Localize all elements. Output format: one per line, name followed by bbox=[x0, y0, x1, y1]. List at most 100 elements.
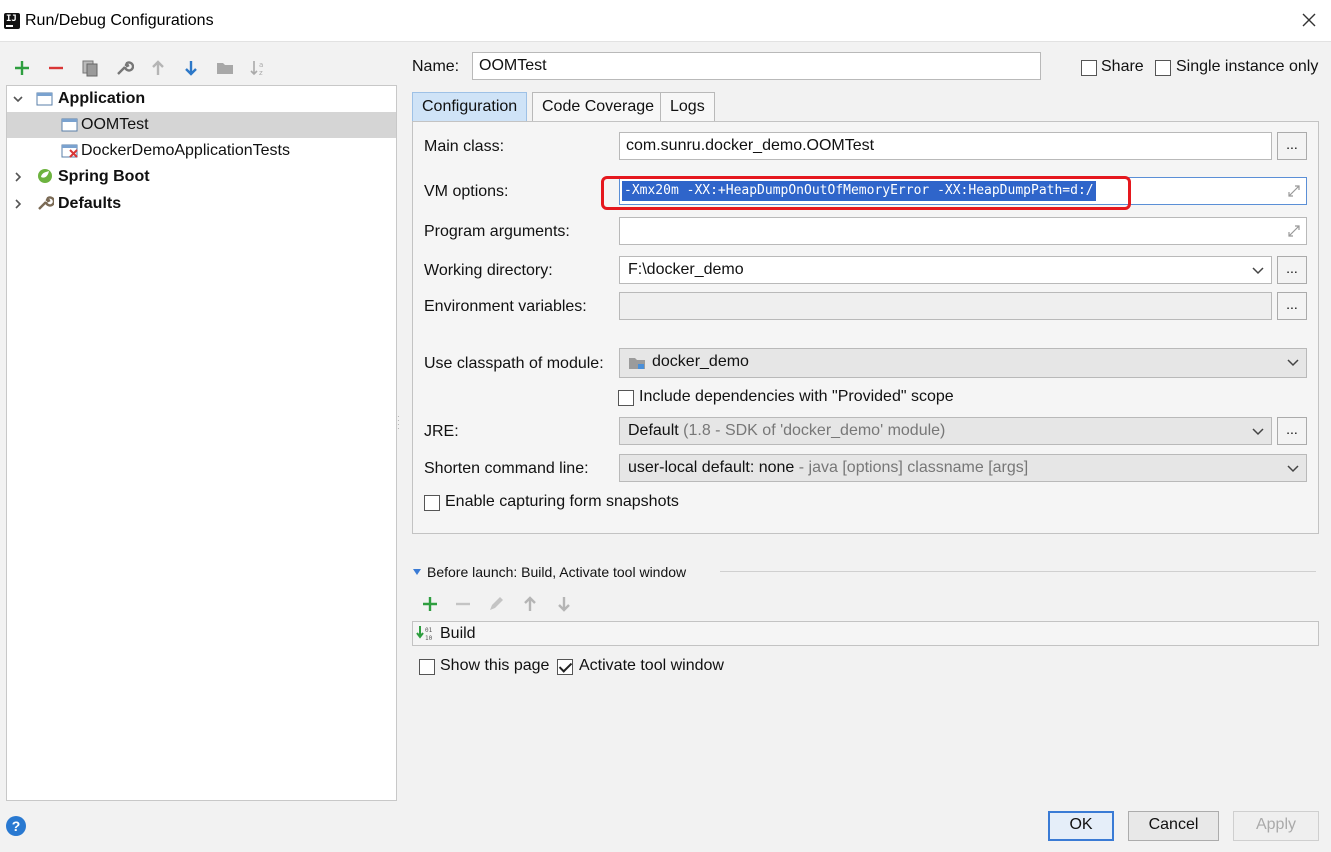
build-icon: 0110 bbox=[416, 626, 433, 642]
remove-task-icon[interactable] bbox=[451, 592, 475, 616]
tree-item-oomtest[interactable]: OOMTest bbox=[7, 112, 396, 138]
main-class-input[interactable]: com.sunru.docker_demo.OOMTest bbox=[619, 132, 1272, 160]
jre-value: Default bbox=[628, 422, 679, 439]
tree-item-label: Defaults bbox=[58, 195, 122, 212]
shorten-command-line-detail: - java [options] classname [args] bbox=[798, 459, 1029, 476]
help-button[interactable]: ? bbox=[6, 816, 26, 836]
program-arguments-input[interactable] bbox=[619, 217, 1307, 245]
tree-item-label: DockerDemoApplicationTests bbox=[81, 142, 290, 159]
enable-snapshots-checkbox[interactable] bbox=[424, 495, 440, 511]
single-instance-checkbox[interactable] bbox=[1155, 60, 1171, 76]
edit-task-icon[interactable] bbox=[484, 592, 508, 616]
program-arguments-label: Program arguments: bbox=[424, 223, 570, 240]
show-this-page-checkbox[interactable] bbox=[419, 659, 435, 675]
add-icon[interactable] bbox=[10, 56, 34, 80]
splitter-handle[interactable]: · · · · bbox=[397, 413, 401, 433]
environment-variables-label: Environment variables: bbox=[424, 298, 587, 315]
chevron-down-icon bbox=[1287, 359, 1299, 367]
tab-logs[interactable]: Logs bbox=[660, 92, 715, 122]
vm-options-label: VM options: bbox=[424, 183, 509, 200]
jre-label: JRE: bbox=[424, 423, 459, 440]
chevron-down-icon bbox=[1252, 428, 1264, 436]
working-directory-label: Working directory: bbox=[424, 262, 553, 279]
remove-icon[interactable] bbox=[44, 56, 68, 80]
svg-text:10: 10 bbox=[425, 635, 433, 642]
expand-icon[interactable] bbox=[1287, 184, 1301, 198]
tree-item-defaults[interactable]: Defaults bbox=[7, 191, 396, 217]
application-icon bbox=[36, 92, 53, 106]
environment-variables-input[interactable] bbox=[619, 292, 1272, 320]
copy-icon[interactable] bbox=[78, 56, 102, 80]
sort-icon[interactable]: az bbox=[247, 56, 271, 80]
chevron-right-icon[interactable] bbox=[11, 170, 25, 184]
module-folder-icon bbox=[629, 358, 645, 369]
add-task-icon[interactable] bbox=[418, 592, 442, 616]
enable-snapshots-label: Enable capturing form snapshots bbox=[445, 493, 679, 510]
jre-browse-button[interactable]: ... bbox=[1277, 417, 1307, 445]
activate-tool-window-checkbox[interactable] bbox=[557, 659, 573, 675]
shorten-command-line-value: user-local default: none bbox=[628, 459, 795, 476]
single-instance-label: Single instance only bbox=[1176, 58, 1319, 75]
intellij-app-icon: IJ bbox=[4, 13, 20, 29]
main-class-label: Main class: bbox=[424, 138, 505, 155]
application-config-icon bbox=[61, 118, 78, 132]
task-item-build[interactable]: 01 10 Build bbox=[413, 622, 1318, 645]
share-checkbox[interactable] bbox=[1081, 60, 1097, 76]
spring-boot-icon bbox=[38, 169, 52, 183]
shorten-command-line-combo[interactable]: user-local default: none - java [options… bbox=[619, 454, 1307, 482]
include-dependencies-label: Include dependencies with "Provided" sco… bbox=[639, 388, 954, 405]
folder-icon[interactable] bbox=[213, 56, 237, 80]
chevron-down-icon bbox=[1252, 267, 1264, 275]
chevron-down-icon bbox=[1287, 465, 1299, 473]
chevron-down-icon[interactable] bbox=[11, 92, 25, 106]
window-title: Run/Debug Configurations bbox=[25, 12, 214, 29]
activate-tool-window-label: Activate tool window bbox=[579, 657, 724, 674]
svg-text:a: a bbox=[259, 61, 263, 69]
before-launch-title: Before launch: Build, Activate tool wind… bbox=[427, 564, 687, 580]
working-directory-browse-button[interactable]: ... bbox=[1277, 256, 1307, 284]
wrench-icon[interactable] bbox=[112, 56, 136, 80]
title-bar: IJ Run/Debug Configurations bbox=[0, 0, 1331, 42]
tree-item-dockerdemoapplicationtests[interactable]: DockerDemoApplicationTests bbox=[7, 138, 396, 164]
main-class-browse-button[interactable]: ... bbox=[1277, 132, 1307, 160]
configurations-tree: Application OOMTest DockerDemoApplicatio… bbox=[6, 85, 397, 801]
environment-variables-browse-button[interactable]: ... bbox=[1277, 292, 1307, 320]
working-directory-combo[interactable]: F:\docker_demo bbox=[619, 256, 1272, 284]
move-task-up-icon[interactable] bbox=[518, 592, 542, 616]
classpath-module-combo[interactable]: docker_demo bbox=[619, 348, 1307, 378]
move-up-icon[interactable] bbox=[146, 56, 170, 80]
jre-combo[interactable]: Default (1.8 - SDK of 'docker_demo' modu… bbox=[619, 417, 1272, 445]
name-input[interactable]: OOMTest bbox=[472, 52, 1041, 80]
classpath-module-label: Use classpath of module: bbox=[424, 355, 604, 372]
show-this-page-label: Show this page bbox=[440, 657, 550, 674]
tree-item-application[interactable]: Application bbox=[7, 86, 396, 112]
tab-code-coverage[interactable]: Code Coverage bbox=[532, 92, 665, 122]
jre-detail: (1.8 - SDK of 'docker_demo' module) bbox=[683, 422, 946, 439]
working-directory-value: F:\docker_demo bbox=[628, 261, 744, 278]
ok-button[interactable]: OK bbox=[1048, 811, 1114, 841]
task-item-label: Build bbox=[440, 625, 476, 642]
tree-item-spring-boot[interactable]: Spring Boot bbox=[7, 164, 396, 190]
close-icon[interactable] bbox=[1297, 8, 1321, 32]
move-task-down-icon[interactable] bbox=[552, 592, 576, 616]
shorten-command-line-label: Shorten command line: bbox=[424, 460, 589, 477]
chevron-right-icon[interactable] bbox=[11, 197, 25, 211]
apply-button[interactable]: Apply bbox=[1233, 811, 1319, 841]
include-dependencies-checkbox[interactable] bbox=[618, 390, 634, 406]
svg-text:01: 01 bbox=[425, 627, 433, 634]
name-label: Name: bbox=[412, 58, 460, 75]
cancel-button[interactable]: Cancel bbox=[1128, 811, 1219, 841]
tree-item-label: Spring Boot bbox=[58, 168, 150, 185]
tab-configuration[interactable]: Configuration bbox=[412, 92, 528, 122]
separator bbox=[720, 571, 1316, 572]
expand-icon[interactable] bbox=[1287, 224, 1301, 238]
application-config-error-icon bbox=[61, 144, 78, 158]
defaults-wrench-icon bbox=[38, 196, 54, 210]
tree-item-label: OOMTest bbox=[81, 116, 149, 133]
move-down-icon[interactable] bbox=[179, 56, 203, 80]
classpath-module-value: docker_demo bbox=[652, 353, 749, 370]
before-launch-task-list: 01 10 Build bbox=[412, 621, 1319, 646]
vm-options-selected-text[interactable]: -Xmx20m -XX:+HeapDumpOnOutOfMemoryError … bbox=[622, 181, 1096, 201]
svg-text:z: z bbox=[259, 69, 263, 77]
collapse-triangle-icon[interactable] bbox=[412, 567, 422, 577]
